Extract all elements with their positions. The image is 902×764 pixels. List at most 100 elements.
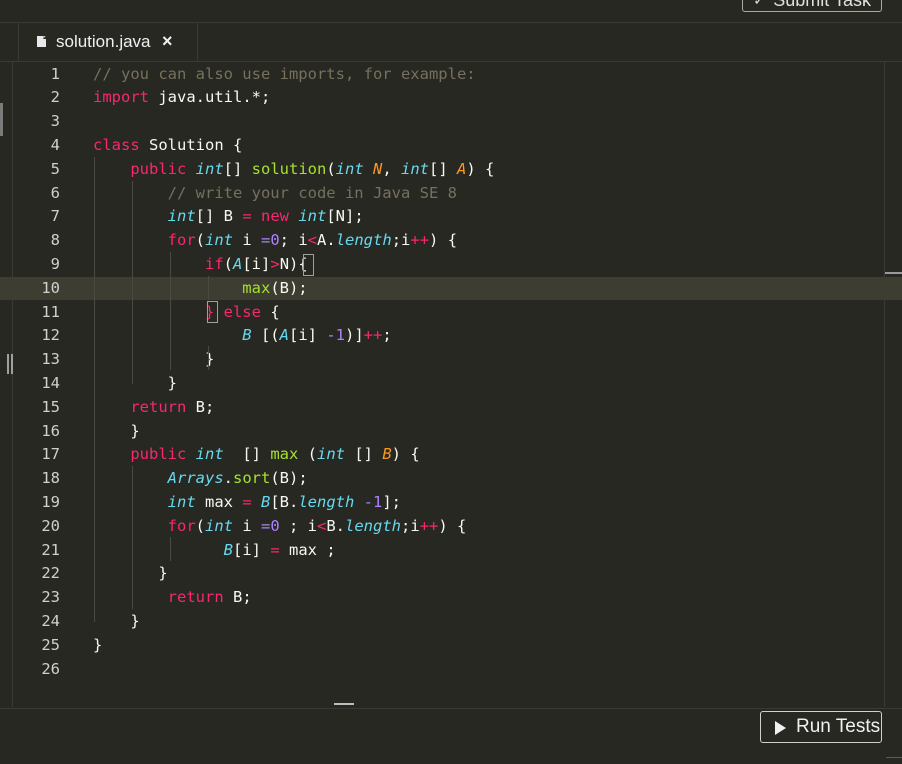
line-number: 19 (41, 492, 60, 511)
line-number: 9 (50, 254, 60, 273)
submit-task-button[interactable]: ✓ Submit Task (742, 0, 882, 12)
code-token: max (93, 278, 271, 297)
code-line[interactable]: 23 return B; (0, 586, 902, 610)
code-token: (B); (270, 469, 308, 488)
code-token: } (93, 373, 177, 392)
code-line[interactable]: 10 max(B); (0, 276, 902, 301)
code-token: max ; (279, 540, 336, 559)
code-token: A (279, 326, 289, 345)
code-line[interactable]: 24 } (0, 610, 902, 634)
code-line[interactable]: 9 if(A[i]>N){ (0, 253, 902, 277)
code-text[interactable]: } (93, 372, 177, 396)
code-line[interactable]: 18 Arrays.sort(B); (0, 467, 902, 491)
code-text[interactable]: // write your code in Java SE 8 (93, 182, 457, 206)
code-line[interactable]: 5 public int[] solution(int N, int[] A) … (0, 158, 902, 182)
code-line[interactable]: 12 B [(A[i] -1)]++; (0, 324, 902, 348)
code-editor[interactable]: 1 // you can also use imports, for exampl… (0, 62, 902, 707)
code-token: (B); (270, 278, 308, 297)
code-token: B; (186, 397, 215, 416)
code-token: [i] (242, 254, 271, 273)
code-text[interactable]: } (93, 634, 102, 658)
code-text[interactable]: } (93, 348, 214, 372)
code-line[interactable]: 8 for(int i =0; i<A.length;i++) { (0, 229, 902, 253)
code-line[interactable]: 26 (0, 658, 902, 682)
code-line[interactable]: 11 } else { (0, 301, 902, 325)
line-number: 5 (50, 159, 60, 178)
code-line[interactable]: 14 } (0, 372, 902, 396)
code-line[interactable]: 21 B[i] = max ; (0, 539, 902, 563)
code-token: A (457, 159, 467, 178)
code-text[interactable]: for(int i =0 ; i<B.length;i++) { (93, 515, 467, 539)
code-text[interactable]: } (93, 562, 167, 586)
code-text[interactable]: max(B); (93, 277, 308, 301)
code-text[interactable]: class Solution { (93, 134, 242, 158)
line-number: 11 (41, 302, 60, 321)
code-text[interactable]: return B; (93, 586, 252, 610)
code-text[interactable]: B[i] = max ; (93, 539, 336, 563)
code-token: ( (223, 254, 233, 273)
code-token: } (93, 350, 215, 369)
code-line[interactable]: 1 // you can also use imports, for exampl… (0, 63, 902, 87)
line-number: 6 (50, 183, 60, 202)
code-token: Solution { (139, 135, 243, 154)
code-token: ) { (438, 516, 467, 535)
code-text[interactable]: } (93, 610, 139, 634)
code-token: =0 (261, 516, 280, 535)
code-text[interactable]: } else { (93, 301, 280, 325)
code-token: ( (195, 231, 205, 250)
code-line[interactable]: 15 return B; (0, 396, 902, 420)
code-line[interactable]: 16 } (0, 420, 902, 444)
file-icon (37, 36, 46, 47)
close-icon[interactable]: × (162, 31, 173, 52)
code-token: [] (429, 159, 457, 178)
code-line[interactable]: 19 int max = B[B.length -1]; (0, 491, 902, 515)
code-text[interactable]: } (93, 420, 139, 444)
code-token: B (93, 540, 233, 559)
code-text[interactable]: import java.util.*; (93, 86, 270, 110)
code-line[interactable]: 25} (0, 634, 902, 658)
code-line[interactable]: 17 public int [] max (int [] B) { (0, 443, 902, 467)
code-text[interactable]: B [(A[i] -1)]++; (93, 324, 391, 348)
code-line[interactable]: 20 for(int i =0 ; i<B.length;i++) { (0, 515, 902, 539)
code-token: solution (251, 159, 327, 178)
code-text[interactable]: for(int i =0; i<A.length;i++) { (93, 229, 457, 253)
code-line[interactable]: 13 } (0, 348, 902, 372)
code-token: length (335, 231, 392, 250)
line-number: 18 (41, 469, 60, 488)
code-text[interactable]: Arrays.sort(B); (93, 467, 308, 491)
code-text[interactable]: public int [] max (int [] B) { (93, 443, 419, 467)
code-token: ++ (410, 231, 430, 250)
code-token: ; i (279, 231, 308, 250)
code-token: ( (195, 516, 205, 535)
code-text[interactable]: if(A[i]>N){ (93, 253, 308, 277)
code-token: max (195, 492, 243, 511)
code-token: B (382, 445, 392, 464)
code-token: [i] (288, 326, 327, 345)
code-line[interactable]: 7 int[] B = new int[N]; (0, 205, 902, 229)
tab-solution-java[interactable]: solution.java × (18, 23, 198, 61)
run-tests-button[interactable]: Run Tests (760, 711, 882, 743)
code-text[interactable]: int[] B = new int[N]; (93, 205, 364, 229)
line-number: 1 (50, 64, 60, 83)
code-line[interactable]: 22 } (0, 562, 902, 586)
code-line[interactable]: 3 (0, 110, 902, 134)
code-token: [( (251, 326, 280, 345)
code-text[interactable]: int max = B[B.length -1]; (93, 491, 401, 515)
code-token: int (205, 231, 233, 250)
code-text[interactable]: return B; (93, 396, 214, 420)
code-text[interactable]: public int[] solution(int N, int[] A) { (93, 158, 494, 182)
code-token: [] (345, 445, 383, 464)
code-text[interactable]: // you can also use imports, for example… (93, 63, 476, 87)
code-token: int (401, 159, 429, 178)
code-token: ) { (466, 159, 495, 178)
line-number: 16 (41, 421, 60, 440)
line-number: 10 (41, 278, 60, 297)
code-token: [B. (270, 492, 299, 511)
code-line[interactable]: 6 // write your code in Java SE 8 (0, 182, 902, 206)
code-token: // write your code in Java SE 8 (93, 183, 457, 202)
code-line[interactable]: 2 import java.util.*; (0, 86, 902, 110)
bracket-match-highlight (303, 254, 314, 276)
code-token: { (260, 302, 280, 321)
line-number: 25 (41, 635, 60, 654)
code-line[interactable]: 4 class Solution { (0, 134, 902, 158)
